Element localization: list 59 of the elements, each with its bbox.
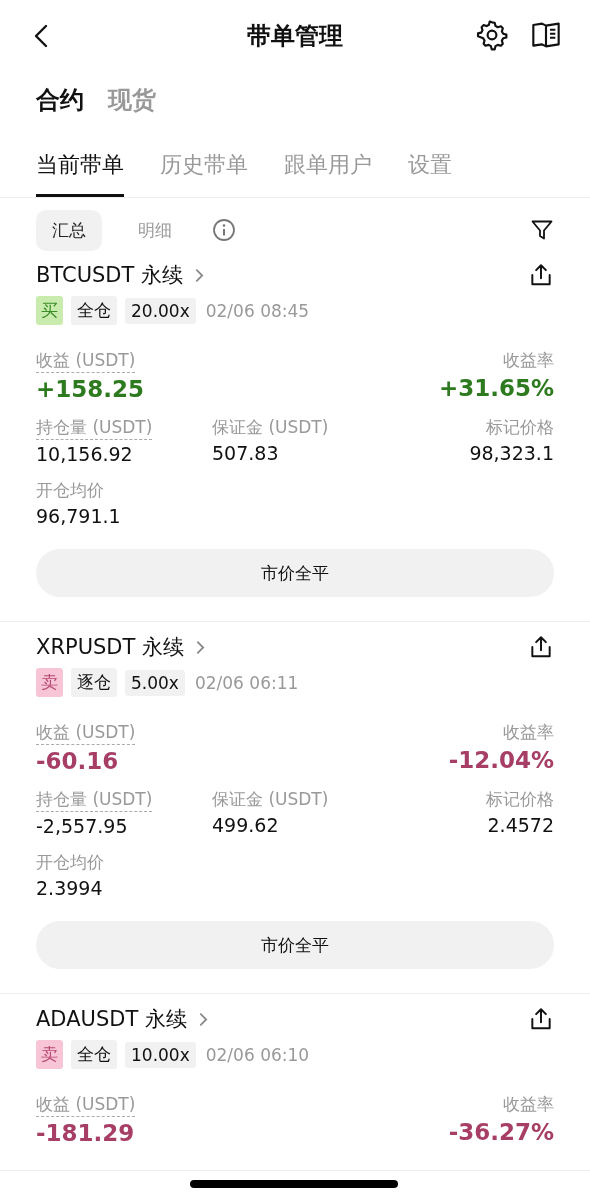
margin-label: 保证金 (USDT) xyxy=(212,788,329,811)
mark-price-value: 98,323.1 xyxy=(469,442,554,464)
margin-value: 499.62 xyxy=(212,814,279,836)
pnl-value: -181.29 xyxy=(36,1120,135,1146)
symbol-link[interactable]: XRPUSDT 永续 xyxy=(36,633,184,661)
info-icon[interactable] xyxy=(212,218,236,242)
mark-price-label: 标记价格 xyxy=(486,788,554,811)
side-tag: 卖 xyxy=(36,668,63,697)
page-title: 带单管理 xyxy=(247,21,343,52)
roe-value: -12.04% xyxy=(448,747,554,773)
open-time: 02/06 06:10 xyxy=(205,1044,310,1065)
entry-price-value: 96,791.1 xyxy=(36,505,121,527)
margin-mode-tag: 全仓 xyxy=(71,1040,117,1069)
side-tag: 卖 xyxy=(36,1040,63,1069)
pnl-value: +158.25 xyxy=(36,376,145,402)
roe-label: 收益率 xyxy=(503,721,554,744)
close-all-button[interactable]: 市价全平 xyxy=(36,921,554,969)
margin-mode-tag: 逐仓 xyxy=(71,668,117,697)
symbol-link[interactable]: ADAUSDT 永续 xyxy=(36,1005,187,1033)
chevron-icon[interactable] xyxy=(196,639,205,655)
size-value: -2,557.95 xyxy=(36,815,128,837)
pnl-label: 收益 (USDT) xyxy=(36,721,136,745)
margin-label: 保证金 (USDT) xyxy=(212,416,329,439)
chevron-icon[interactable] xyxy=(198,1011,208,1027)
roe-label: 收益率 xyxy=(503,1093,554,1116)
settings-icon[interactable] xyxy=(476,19,508,51)
pnl-value: -60.16 xyxy=(36,748,119,774)
close-all-button[interactable]: 市价全平 xyxy=(36,549,554,597)
margin-value: 507.83 xyxy=(212,442,279,464)
share-icon[interactable] xyxy=(528,634,554,660)
leverage-tag: 10.00x xyxy=(125,1041,196,1068)
symbol-link[interactable]: BTCUSDT 永续 xyxy=(36,261,184,289)
roe-value: -36.27% xyxy=(448,1119,554,1145)
entry-price-label: 开仓均价 xyxy=(36,851,104,874)
tab[interactable]: 当前带单 xyxy=(36,150,124,197)
size-value: 10,156.92 xyxy=(36,443,133,465)
size-label: 持仓量 (USDT) xyxy=(36,416,153,440)
side-tag: 买 xyxy=(36,296,63,325)
chevron-icon[interactable] xyxy=(195,267,205,283)
share-icon[interactable] xyxy=(528,262,554,288)
roe-label: 收益率 xyxy=(503,349,554,372)
margin-mode-tag: 全仓 xyxy=(71,296,117,325)
open-time: 02/06 08:45 xyxy=(205,300,310,321)
share-icon[interactable] xyxy=(528,1006,554,1032)
pnl-label: 收益 (USDT) xyxy=(36,349,136,373)
view-toggle[interactable]: 汇总 xyxy=(36,209,102,251)
filter-icon[interactable] xyxy=(530,218,554,242)
mark-price-value: 2.4572 xyxy=(487,814,554,836)
leverage-tag: 20.00x xyxy=(125,297,196,324)
entry-price-value: 2.3994 xyxy=(36,877,103,899)
pnl-label: 收益 (USDT) xyxy=(36,1093,136,1117)
market-tab[interactable]: 合约 xyxy=(36,84,84,132)
size-label: 持仓量 (USDT) xyxy=(36,788,153,812)
back-icon[interactable] xyxy=(34,24,48,48)
open-time: 02/06 06:11 xyxy=(194,672,299,693)
leverage-tag: 5.00x xyxy=(125,669,185,696)
mark-price-label: 标记价格 xyxy=(486,416,554,439)
entry-price-label: 开仓均价 xyxy=(36,479,104,502)
roe-value: +31.65% xyxy=(438,375,554,401)
